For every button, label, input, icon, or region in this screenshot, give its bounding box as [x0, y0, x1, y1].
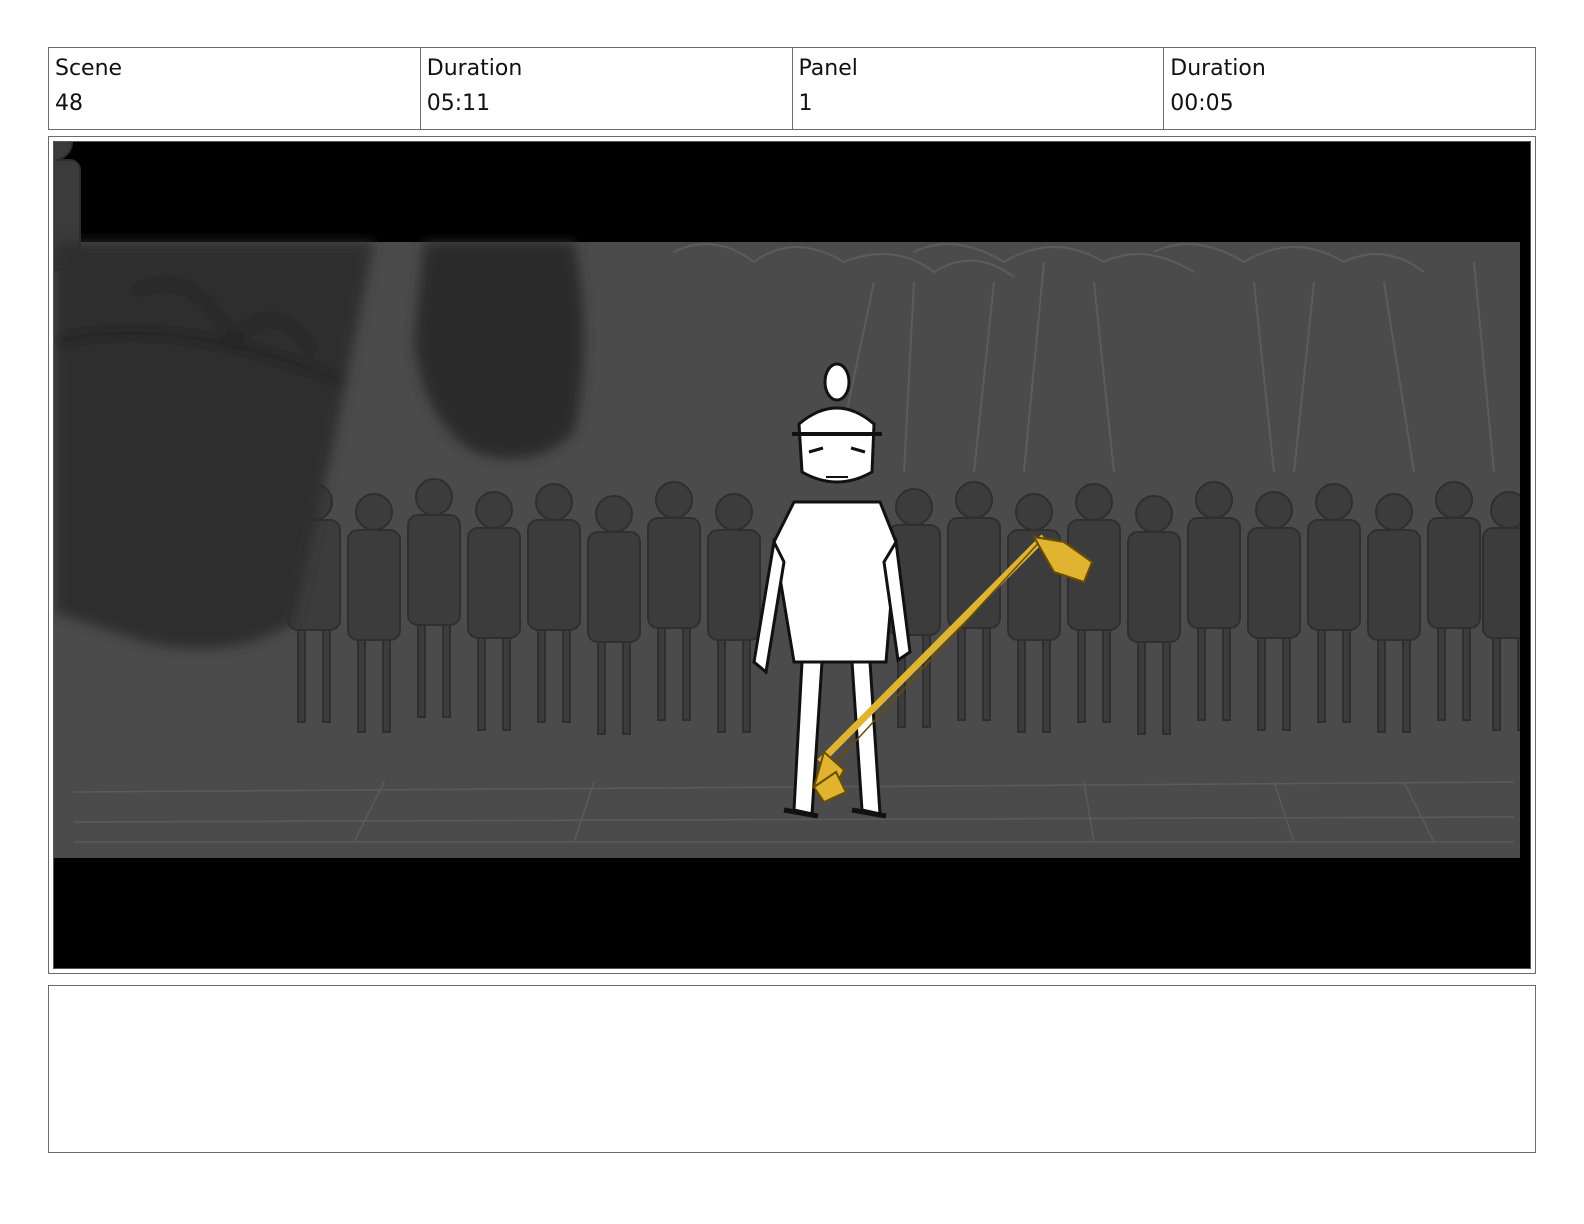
panel-notes [48, 985, 1536, 1153]
scene-duration-value: 05:11 [426, 91, 491, 116]
panel-header: Scene 48 Duration 05:11 Panel 1 Duration… [48, 47, 1536, 130]
panel-label: Panel [798, 56, 858, 81]
panel-duration-value: 00:05 [1170, 91, 1234, 116]
letterbox-bottom [54, 858, 1520, 958]
scene-duration-cell: Duration 05:11 [421, 48, 793, 129]
scene-label: Scene [55, 56, 123, 81]
scene-number: 48 [55, 91, 83, 116]
panel-duration-label: Duration [1170, 56, 1266, 81]
scene-duration-label: Duration [426, 56, 523, 81]
panel-duration-cell: Duration 00:05 [1164, 48, 1535, 129]
panel-cell: Panel 1 [793, 48, 1165, 129]
scene-cell: Scene 48 [49, 48, 421, 129]
letterbox-top [54, 142, 1520, 242]
panel-number: 1 [798, 91, 813, 116]
storyboard-image [53, 141, 1531, 969]
storyboard-drawing [54, 142, 1520, 958]
storyboard-frame [48, 136, 1536, 974]
